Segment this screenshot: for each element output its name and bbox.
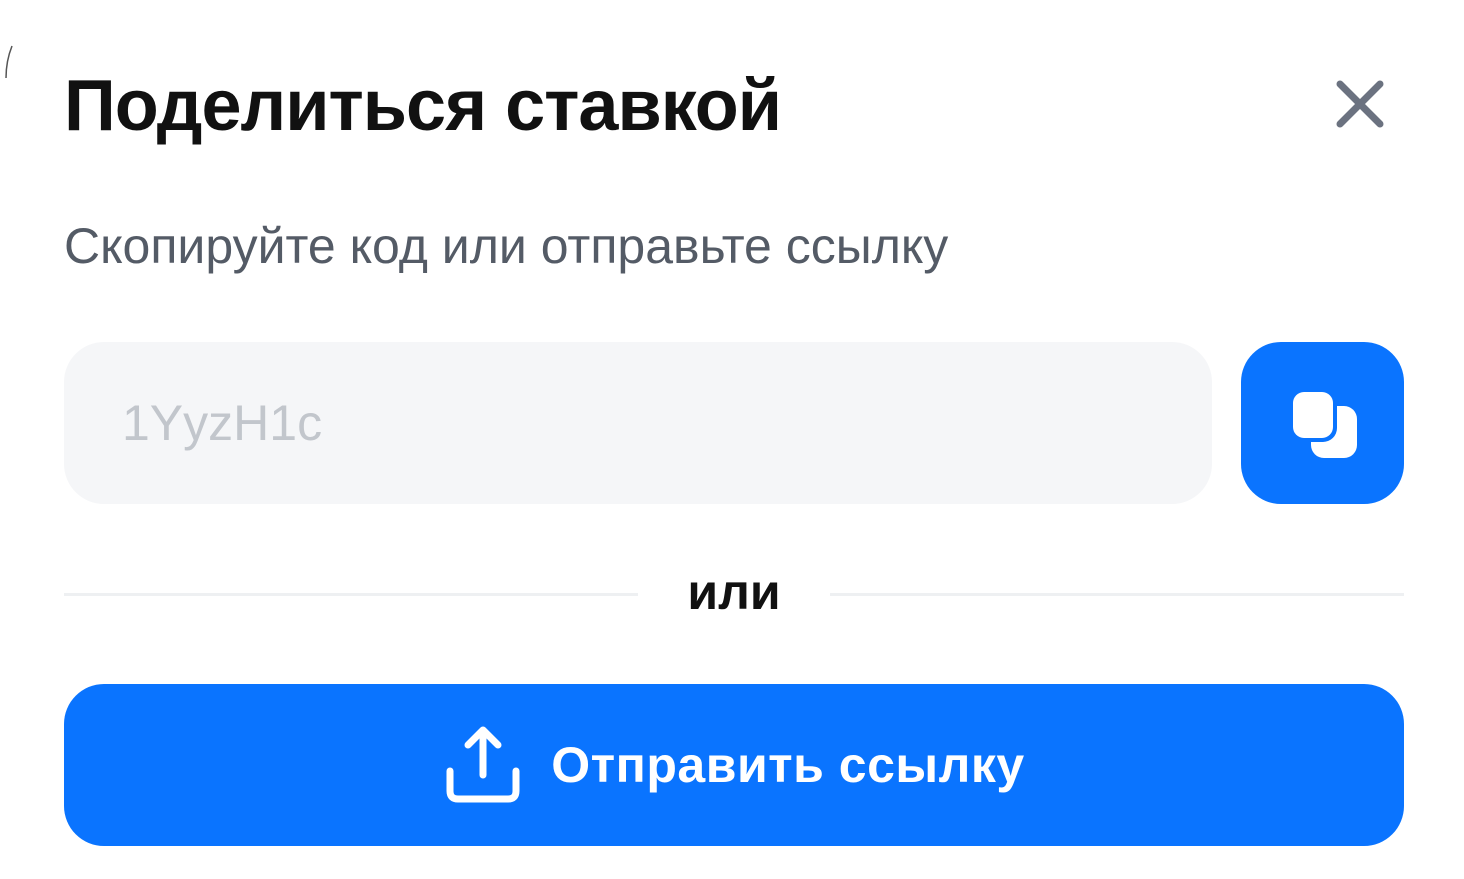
divider-or-label: или bbox=[687, 564, 781, 620]
dialog-subtitle: Скопируйте код или отправьте ссылку bbox=[64, 218, 949, 274]
copy-icon bbox=[1288, 388, 1357, 458]
close-button[interactable] bbox=[1326, 70, 1394, 138]
share-upload-icon bbox=[443, 725, 523, 805]
copy-code-button[interactable] bbox=[1241, 342, 1404, 504]
send-link-button[interactable]: Отправить ссылку bbox=[64, 684, 1404, 846]
share-bet-dialog: Поделиться ставкой Скопируйте код или от… bbox=[0, 0, 1464, 879]
window-edge-mark bbox=[5, 45, 13, 79]
close-icon bbox=[1336, 80, 1384, 128]
bet-code-field[interactable] bbox=[64, 342, 1212, 504]
divider-line-right bbox=[830, 593, 1404, 596]
send-link-label: Отправить ссылку bbox=[551, 737, 1025, 793]
bet-code-input[interactable] bbox=[122, 342, 1182, 504]
dialog-title: Поделиться ставкой bbox=[64, 66, 782, 146]
divider-line-left bbox=[64, 593, 638, 596]
